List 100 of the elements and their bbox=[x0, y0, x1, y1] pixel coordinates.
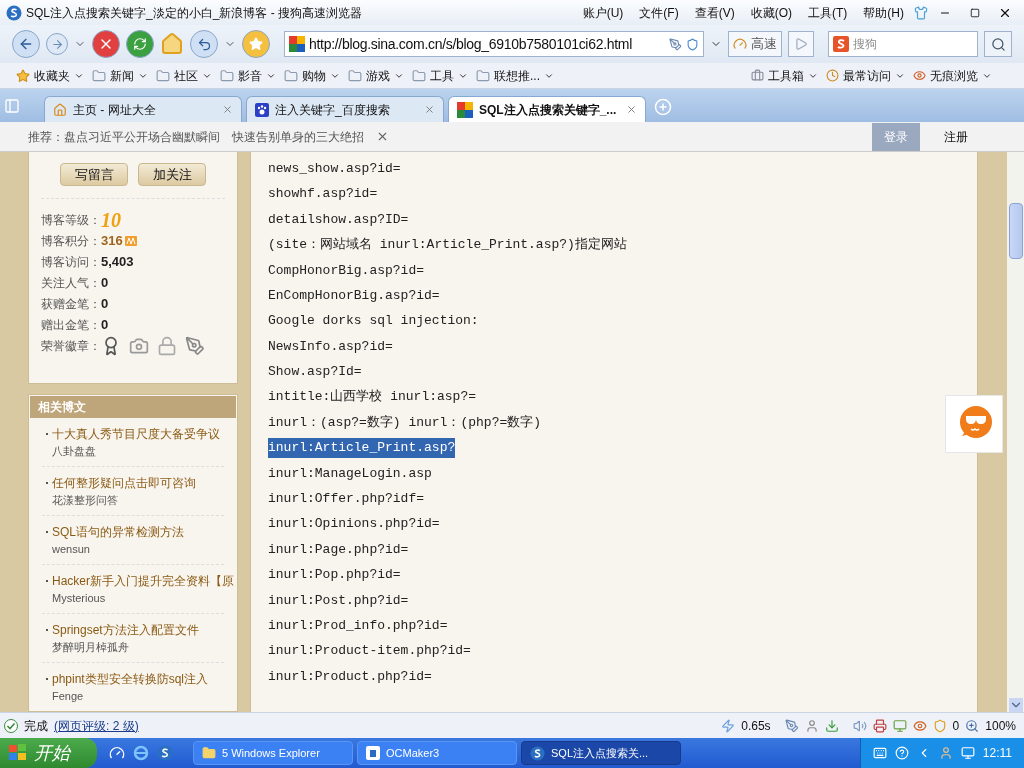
close-tab-icon[interactable] bbox=[424, 104, 435, 115]
menu-item[interactable]: 帮助(H) bbox=[857, 3, 910, 22]
article-line: news_show.asp?id= bbox=[268, 159, 401, 178]
blog-level-value: 10 bbox=[101, 210, 121, 230]
related-post-link[interactable]: 任何整形疑问点击即可咨询 bbox=[52, 474, 196, 492]
quick-launch-icon[interactable] bbox=[109, 745, 125, 761]
post-author[interactable]: 梦醉明月棹孤舟 bbox=[46, 639, 224, 656]
help-icon[interactable] bbox=[894, 746, 909, 760]
shield-icon[interactable] bbox=[686, 37, 699, 51]
eye-icon[interactable] bbox=[912, 718, 927, 733]
search-button[interactable] bbox=[984, 31, 1012, 57]
article-line: CompHonorBig.asp?id= bbox=[268, 261, 425, 280]
bookmark-folder[interactable]: 游戏 bbox=[348, 66, 404, 85]
related-post-link[interactable]: Springset方法注入配置文件 bbox=[52, 621, 199, 639]
new-tab-icon[interactable] bbox=[654, 98, 672, 116]
profile-action-button[interactable]: 写留言 bbox=[60, 163, 128, 186]
private-browsing-button[interactable]: 无痕浏览 bbox=[913, 66, 992, 85]
menu-item[interactable]: 账户(U) bbox=[576, 3, 630, 22]
address-bar[interactable]: http://blog.sina.com.cn/s/blog_6910b7580101ci62.html bbox=[284, 31, 704, 57]
zoom-level[interactable]: 100% bbox=[985, 716, 1016, 735]
post-author[interactable]: wensun bbox=[46, 541, 224, 558]
forward-button[interactable] bbox=[46, 33, 68, 55]
folder-icon bbox=[92, 68, 106, 83]
undo-button[interactable] bbox=[190, 30, 218, 58]
toolbox-icon bbox=[751, 69, 764, 82]
go-button[interactable] bbox=[788, 31, 814, 57]
bookmark-folder[interactable]: 收藏夹 bbox=[16, 66, 84, 85]
profile-action-button[interactable]: 加关注 bbox=[138, 163, 206, 186]
post-author[interactable]: Mysterious bbox=[46, 590, 224, 607]
related-post-link[interactable]: 十大真人秀节目尺度大备受争议 bbox=[52, 425, 220, 443]
start-button[interactable]: 开始 bbox=[0, 738, 97, 768]
related-post-link[interactable]: Hacker新手入门提升完全资料【原 bbox=[52, 572, 234, 590]
stop-button[interactable] bbox=[92, 30, 120, 58]
pen-icon[interactable] bbox=[669, 37, 682, 51]
post-author[interactable]: Fenge bbox=[46, 688, 224, 705]
recommend-link[interactable]: 推荐：盘点习近平公开场合幽默瞬间 bbox=[28, 127, 220, 146]
scrollbar-thumb[interactable] bbox=[1008, 203, 1023, 259]
stat-label: 荣誉徽章： bbox=[41, 338, 101, 355]
taskbar-button[interactable]: SQL注入点搜索关... bbox=[521, 741, 681, 765]
folder-icon bbox=[412, 68, 426, 83]
person-icon[interactable] bbox=[804, 718, 819, 733]
stat-label: 博客访问： bbox=[41, 254, 101, 271]
article-line: EnCompHonorBig.asp?id= bbox=[268, 286, 440, 305]
close-tab-icon[interactable] bbox=[626, 104, 637, 115]
shield-icon[interactable] bbox=[932, 718, 947, 733]
browser-tab[interactable]: SQL注入点搜索关键字_... bbox=[448, 96, 646, 122]
register-button[interactable]: 注册 bbox=[932, 122, 980, 151]
home-icon[interactable] bbox=[160, 32, 184, 56]
bookmark-folder[interactable]: 新闻 bbox=[92, 66, 148, 85]
people-icon[interactable] bbox=[938, 746, 953, 760]
menu-item[interactable]: 文件(F) bbox=[633, 3, 685, 22]
menu-item[interactable]: 收藏(O) bbox=[744, 3, 798, 22]
lightning-icon bbox=[721, 718, 736, 733]
camera-badge-icon[interactable] bbox=[129, 336, 149, 356]
monitor-icon[interactable] bbox=[892, 718, 907, 733]
download-icon[interactable] bbox=[824, 718, 839, 733]
close-icon[interactable] bbox=[376, 130, 389, 143]
article-line: inurl:Opinions.php?id= bbox=[268, 515, 440, 534]
search-input[interactable]: 搜狗 bbox=[853, 35, 973, 53]
bookmark-folder[interactable]: 影音 bbox=[220, 66, 276, 85]
speed-button[interactable]: 高速 bbox=[728, 31, 782, 57]
menu-item[interactable]: 工具(T) bbox=[802, 3, 854, 22]
browser-tab[interactable]: 注入关键字_百度搜索 bbox=[246, 96, 444, 122]
search-field[interactable]: 搜狗 bbox=[828, 31, 978, 57]
bookmark-folder[interactable]: 购物 bbox=[284, 66, 340, 85]
bookmark-folder[interactable]: 工具 bbox=[412, 66, 468, 85]
new-badge-icon bbox=[124, 236, 137, 246]
related-post-link[interactable]: phpint类型安全转换防sql注入 bbox=[52, 670, 209, 688]
pen-badge-icon[interactable] bbox=[185, 336, 205, 356]
scroll-down-icon[interactable] bbox=[1008, 698, 1023, 712]
browser-tab[interactable]: 主页 - 网址大全 bbox=[44, 96, 242, 122]
refresh-button[interactable] bbox=[126, 30, 154, 58]
related-post-link[interactable]: SQL语句的异常检测方法 bbox=[52, 523, 184, 541]
chat-widget[interactable] bbox=[945, 395, 1003, 453]
lock-badge-icon[interactable] bbox=[157, 336, 177, 356]
recommend-link[interactable]: 快速告别单身的三大绝招 bbox=[232, 127, 364, 146]
zoom-icon[interactable] bbox=[965, 718, 980, 733]
taskbar-button[interactable]: 5 Windows Explorer bbox=[193, 741, 353, 765]
post-author[interactable]: 八卦盘盘 bbox=[46, 443, 224, 460]
bookmark-folder[interactable]: 联想推... bbox=[476, 66, 554, 85]
most-visited-button[interactable]: 最常访问 bbox=[826, 66, 905, 85]
vertical-scrollbar[interactable] bbox=[1007, 152, 1024, 712]
menu-item[interactable]: 查看(V) bbox=[688, 3, 741, 22]
keyboard-icon[interactable] bbox=[872, 746, 887, 760]
undo-icon bbox=[196, 36, 212, 52]
toolbox-button[interactable]: 工具箱 bbox=[751, 66, 818, 85]
star-icon bbox=[16, 68, 30, 83]
pen-icon[interactable] bbox=[784, 718, 799, 733]
network-icon[interactable] bbox=[960, 746, 975, 760]
taskbar-button[interactable]: OCMaker3 bbox=[357, 741, 517, 765]
speaker-icon[interactable] bbox=[852, 718, 867, 733]
post-author[interactable]: 花漾整形问答 bbox=[46, 492, 224, 509]
sidebar-toggle-icon[interactable] bbox=[4, 98, 20, 114]
shirt-icon[interactable] bbox=[914, 5, 928, 20]
bookmark-folder[interactable]: 社区 bbox=[156, 66, 212, 85]
favorite-button[interactable] bbox=[242, 30, 270, 58]
close-tab-icon[interactable] bbox=[222, 104, 233, 115]
page-rating-link[interactable]: (网页评级: 2 级) bbox=[54, 716, 139, 735]
back-button[interactable] bbox=[12, 30, 40, 58]
printer-icon[interactable] bbox=[872, 718, 887, 733]
